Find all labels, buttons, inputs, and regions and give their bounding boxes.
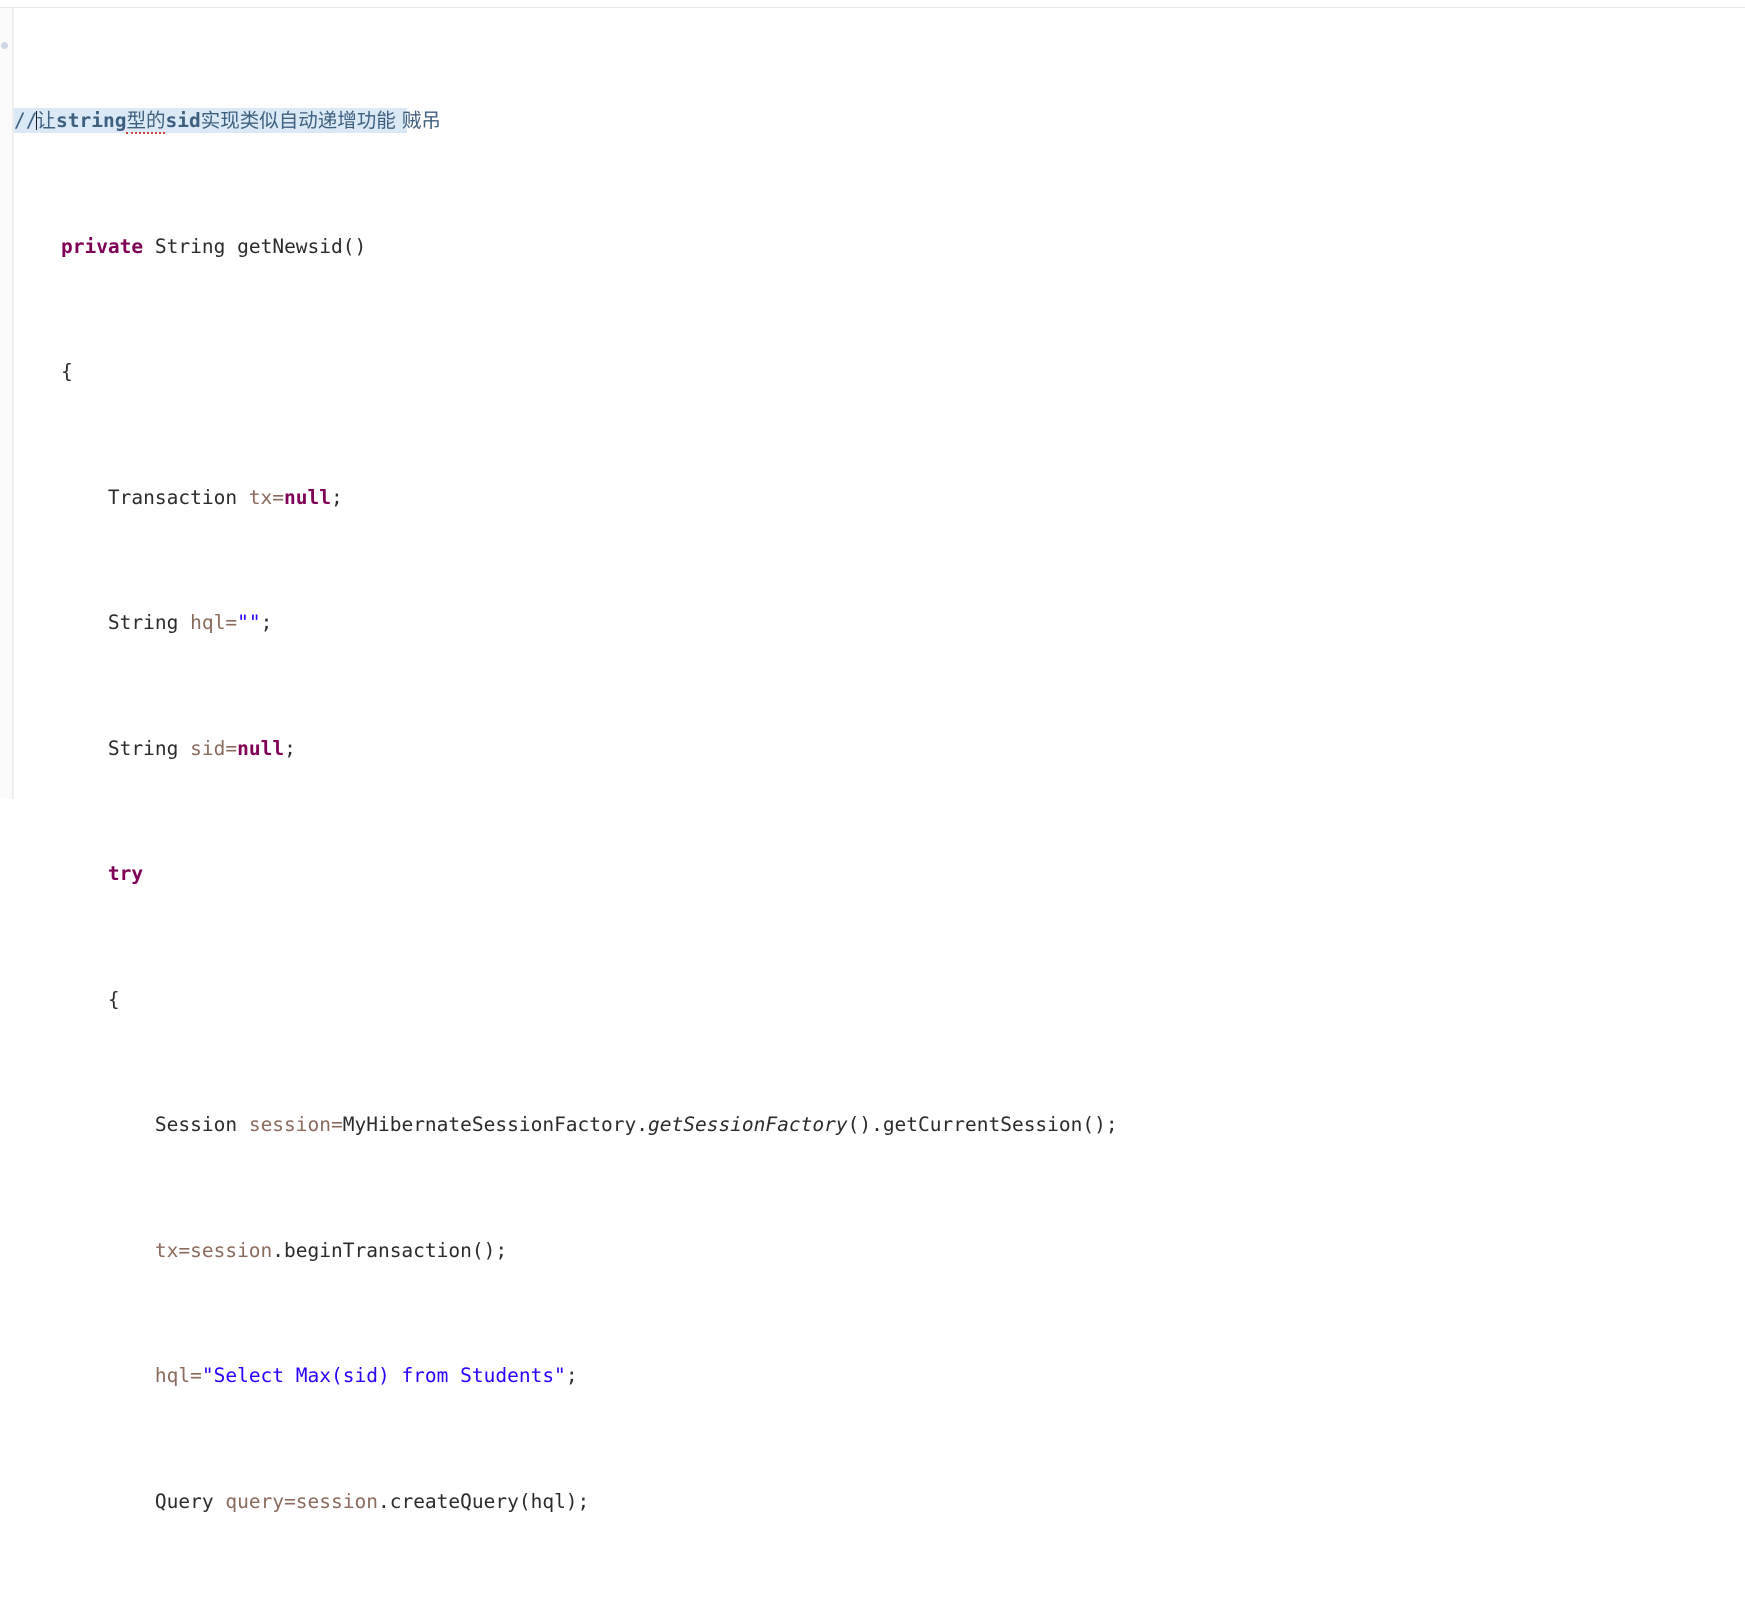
comment-token-sid: sid bbox=[165, 109, 201, 133]
var-query-decl: query=session bbox=[225, 1489, 378, 1513]
editor-top-separator bbox=[0, 0, 1745, 8]
type-string-hql: String bbox=[107, 611, 179, 635]
code-line-5[interactable]: String hql=""; bbox=[14, 610, 1745, 635]
code-line-1[interactable]: //让string型的sid实现类似自动递增功能 贼吊 bbox=[14, 108, 441, 135]
semicolon-5: ; bbox=[260, 611, 273, 635]
brace-open-method: { bbox=[60, 360, 73, 384]
call-createquery: .createQuery(hql); bbox=[377, 1489, 590, 1513]
class-myhibernatesessionfactory: MyHibernateSessionFactory. bbox=[342, 1113, 648, 1137]
comment-text-cn-a: 让 bbox=[36, 109, 56, 133]
var-sid-decl: sid= bbox=[190, 736, 238, 760]
code-line-8[interactable]: { bbox=[14, 987, 1745, 1012]
code-line-2[interactable]: private String getNewsid() bbox=[14, 234, 1745, 259]
var-hql-assign: hql= bbox=[154, 1364, 202, 1388]
folding-marker-icon[interactable] bbox=[1, 42, 8, 49]
static-method-getsessionfactory: getSessionFactory bbox=[648, 1113, 848, 1137]
semicolon-11: ; bbox=[565, 1364, 578, 1388]
code-line-10[interactable]: tx=session.beginTransaction(); bbox=[14, 1238, 1745, 1263]
editor-annotation-gutter[interactable] bbox=[0, 8, 13, 799]
semicolon-6: ; bbox=[284, 736, 296, 760]
keyword-private: private bbox=[60, 234, 144, 258]
type-session: Session bbox=[154, 1113, 238, 1137]
code-editor[interactable]: //让string型的sid实现类似自动递增功能 贼吊 private Stri… bbox=[0, 0, 1745, 1513]
call-begintransaction: .beginTransaction(); bbox=[272, 1238, 508, 1262]
keyword-try: try bbox=[107, 862, 144, 886]
comment-text-cn-c: 实现类似自动递增功能 贼吊 bbox=[200, 109, 441, 133]
comment-text-cn-b: 型的 bbox=[126, 109, 166, 135]
code-content[interactable]: //让string型的sid实现类似自动递增功能 贼吊 private Stri… bbox=[14, 8, 1745, 1513]
call-getcurrentsession: ().getCurrentSession(); bbox=[847, 1113, 1118, 1137]
code-line-6[interactable]: String sid=null; bbox=[14, 736, 1745, 761]
string-hql-query: "Select Max(sid) from Students" bbox=[201, 1364, 566, 1388]
type-query: Query bbox=[154, 1489, 214, 1513]
var-hql-decl: hql= bbox=[190, 611, 238, 635]
string-empty-1: "" bbox=[237, 611, 261, 635]
var-tx-decl: tx= bbox=[248, 485, 285, 509]
code-line-9[interactable]: Session session=MyHibernateSessionFactor… bbox=[14, 1112, 1745, 1137]
var-tx-assign: tx=session bbox=[154, 1238, 273, 1262]
method-name-getnewsid: getNewsid() bbox=[237, 234, 367, 258]
keyword-null-2: null bbox=[237, 736, 285, 760]
type-string-sid: String bbox=[107, 736, 179, 760]
code-line-7[interactable]: try bbox=[14, 861, 1745, 886]
comment-slashes: // bbox=[14, 109, 38, 133]
keyword-null-1: null bbox=[284, 485, 332, 509]
type-transaction: Transaction bbox=[107, 485, 238, 509]
code-line-3[interactable]: { bbox=[14, 359, 1745, 384]
code-line-11[interactable]: hql="Select Max(sid) from Students"; bbox=[14, 1363, 1745, 1388]
semicolon-4: ; bbox=[331, 485, 343, 509]
brace-open-try: { bbox=[107, 987, 120, 1011]
code-line-4[interactable]: Transaction tx=null; bbox=[14, 485, 1745, 510]
code-line-12[interactable]: Query query=session.createQuery(hql); bbox=[14, 1489, 1745, 1514]
comment-token-string: string bbox=[56, 109, 127, 133]
var-session-decl: session= bbox=[248, 1113, 343, 1137]
type-string: String bbox=[154, 234, 226, 258]
